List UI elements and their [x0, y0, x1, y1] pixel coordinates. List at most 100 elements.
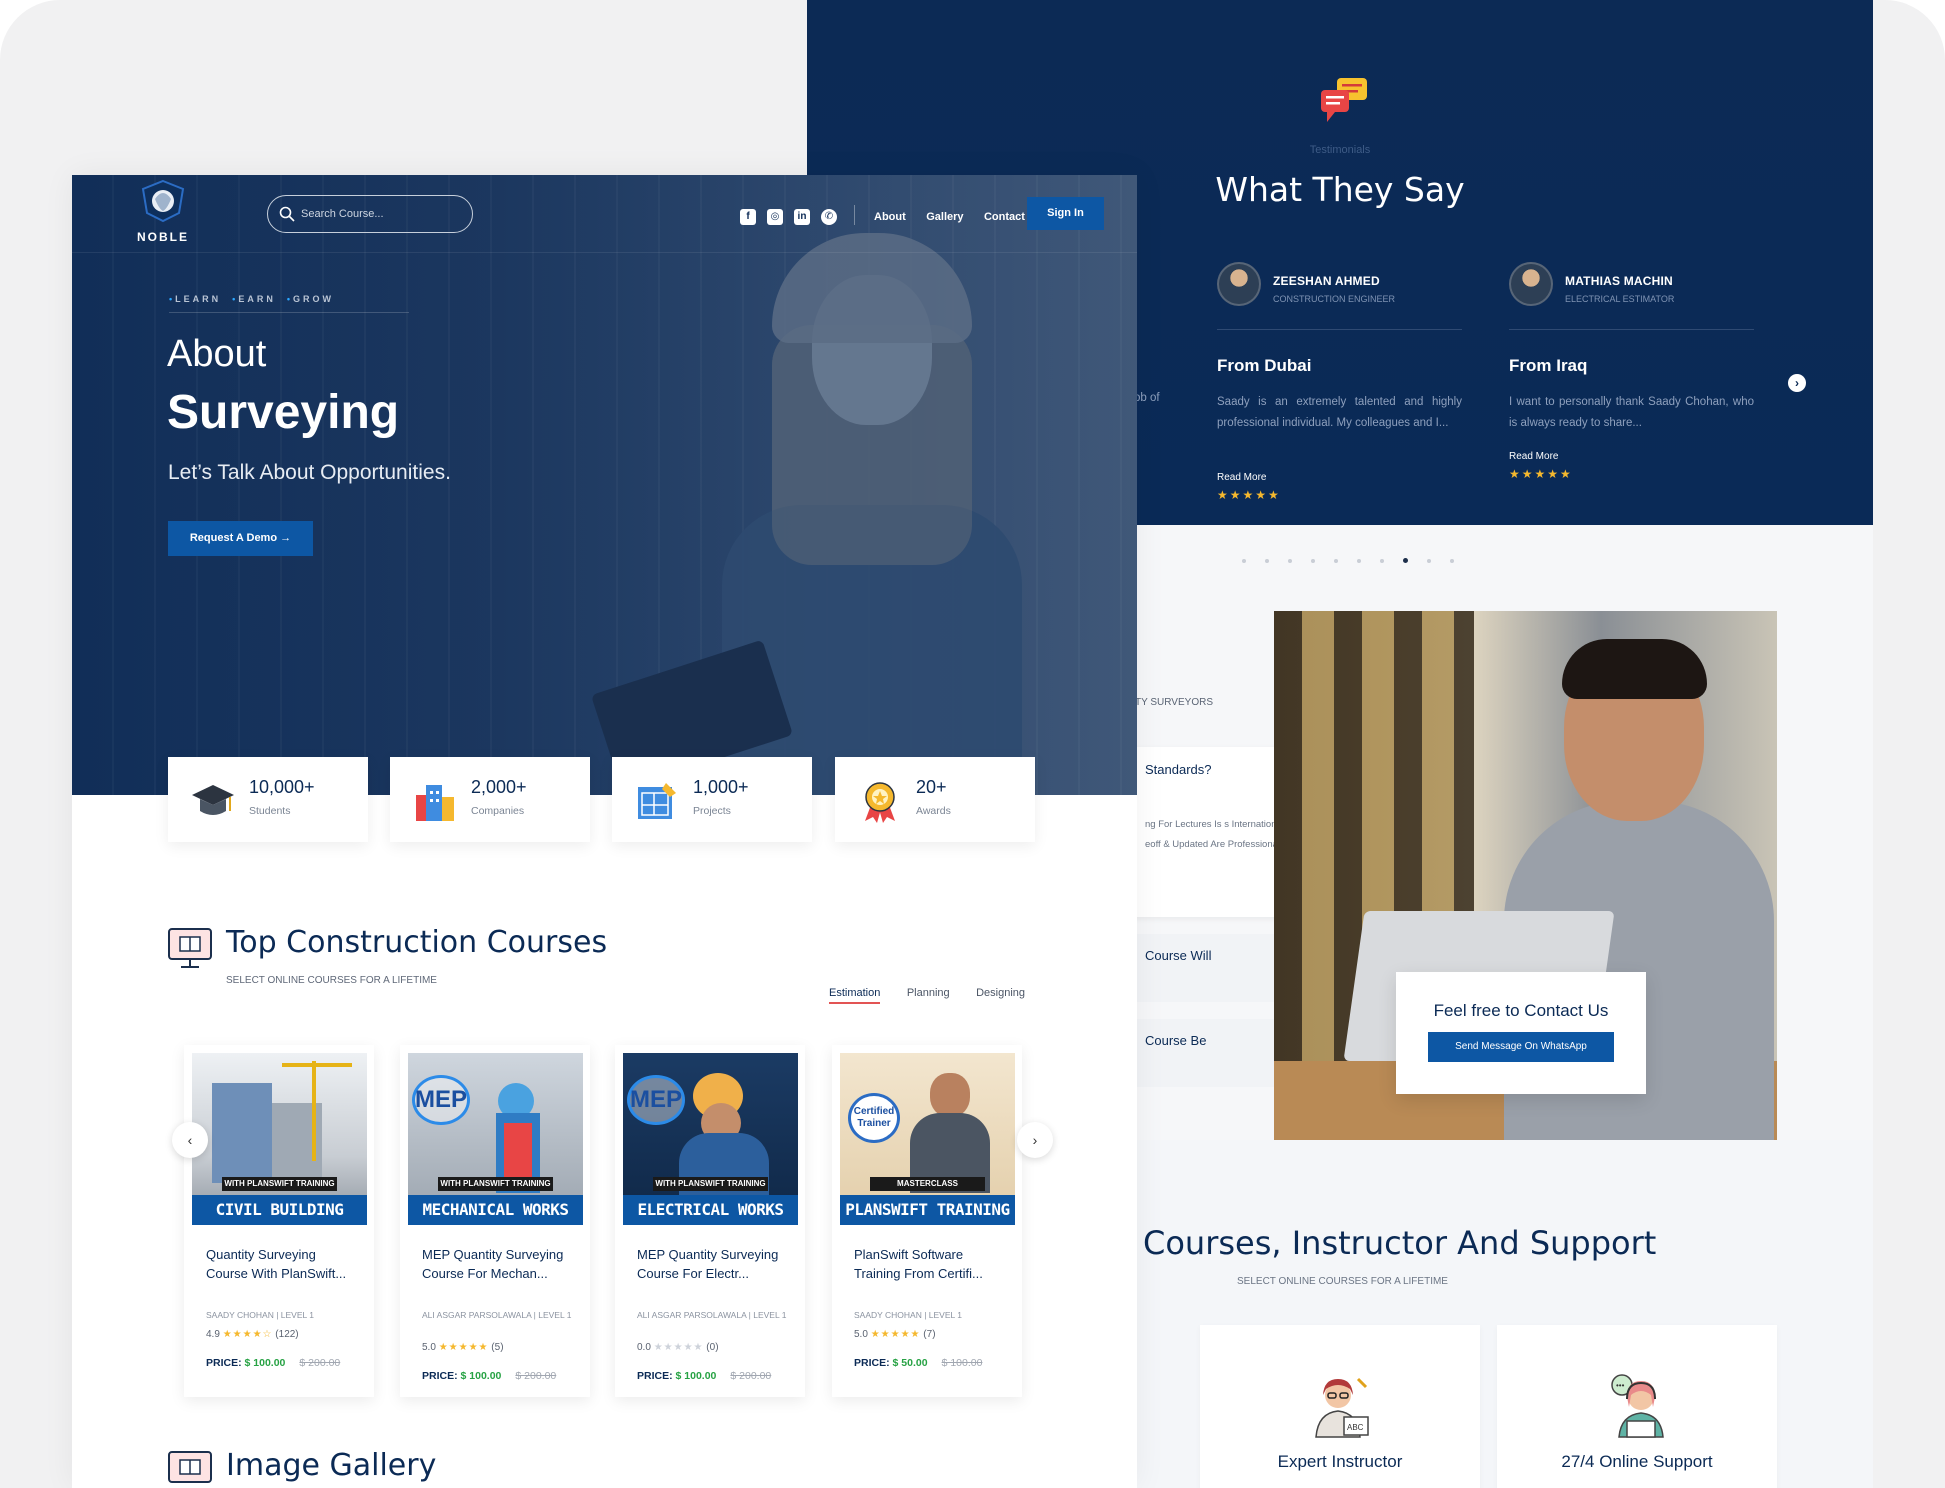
read-more-link[interactable]: Read More	[1509, 451, 1558, 462]
course-rating: 4.9 ★★★★☆ (122)	[206, 1329, 299, 1340]
stat-label: Projects	[693, 805, 731, 817]
carousel-dot-active[interactable]	[1403, 558, 1408, 563]
divider	[1509, 329, 1754, 330]
divider	[854, 205, 855, 225]
course-thumbnail: Certified Trainer MASTERCLASS PLANSWIFT T…	[840, 1053, 1015, 1225]
course-title[interactable]: MEP Quantity Surveying Course For Mechan…	[422, 1245, 572, 1283]
top-nav: NOBLE f ◎ in ✆ About Gallery Contact Sign I…	[72, 175, 1137, 253]
monitor-gallery-icon	[168, 1451, 212, 1483]
buildings-icon	[416, 785, 454, 821]
logo[interactable]: NOBLE	[132, 179, 194, 244]
instagram-icon[interactable]: ◎	[767, 209, 783, 225]
testimonial-partial-text: ob of	[1134, 392, 1160, 404]
course-rating: 0.0 ★★★★★ (0)	[637, 1342, 719, 1353]
carousel-dot[interactable]	[1427, 559, 1431, 563]
stat-card: 10,000+ Students	[168, 757, 368, 842]
stat-value: 20+	[916, 777, 947, 797]
carousel-dot[interactable]	[1265, 559, 1269, 563]
hero-section: NOBLE f ◎ in ✆ About Gallery Contact Sign I…	[72, 175, 1137, 795]
carousel-dot[interactable]	[1334, 559, 1338, 563]
course-price: PRICE: $ 50.00 $ 100.00	[854, 1357, 983, 1369]
divider	[1217, 329, 1462, 330]
testimonial-name: ZEESHAN AHMED	[1273, 274, 1380, 288]
support-card-online: ••• 27/4 Online Support	[1497, 1325, 1777, 1488]
chat-bubbles-icon	[1321, 78, 1367, 122]
facebook-icon[interactable]: f	[740, 209, 756, 225]
testimonial-name: MATHIAS MACHIN	[1565, 274, 1673, 288]
nav-link-gallery[interactable]: Gallery	[926, 211, 963, 223]
course-card[interactable]: Certified Trainer MASTERCLASS PLANSWIFT T…	[832, 1045, 1022, 1397]
course-card[interactable]: MEP WITH PLANSWIFT TRAINING ELECTRICAL W…	[615, 1045, 805, 1397]
stat-label: Students	[249, 805, 291, 817]
search-input[interactable]	[301, 205, 461, 223]
stat-value: 1,000+	[693, 777, 749, 797]
carousel-next-button[interactable]: ›	[1017, 1122, 1053, 1158]
course-price: PRICE: $ 100.00 $ 200.00	[422, 1370, 557, 1382]
course-card[interactable]: WITH PLANSWIFT TRAINING CIVIL BUILDING W…	[184, 1045, 374, 1397]
linkedin-icon[interactable]: in	[794, 209, 810, 225]
tab-planning[interactable]: Planning	[907, 987, 950, 1002]
course-title[interactable]: PlanSwift Software Training From Certifi…	[854, 1245, 1004, 1283]
chevron-right-icon[interactable]: ›	[1788, 374, 1806, 392]
stat-label: Awards	[916, 805, 951, 817]
hero-kicker: About	[167, 333, 267, 375]
stat-card: 1,000+ Projects	[612, 757, 812, 842]
stat-card: 2,000+ Companies	[390, 757, 590, 842]
courses-heading: Top Construction Courses	[226, 925, 608, 960]
course-title[interactable]: Quantity Surveying Course With PlanSwift…	[206, 1245, 356, 1283]
sign-in-button[interactable]: Sign In	[1027, 197, 1104, 230]
avatar	[1509, 262, 1553, 306]
support-heading: Courses, Instructor And Support	[1143, 1224, 1657, 1262]
faq-question[interactable]: Course Be	[1145, 1033, 1206, 1048]
search-box[interactable]	[267, 195, 473, 233]
testimonial-text: Saady is an extremely talented and highl…	[1217, 396, 1462, 429]
faq-question[interactable]: Course Will	[1145, 948, 1211, 963]
carousel-dot[interactable]	[1450, 559, 1454, 563]
courses-subheading: SELECT ONLINE COURSES FOR A LIFETIME	[226, 975, 437, 986]
whatsapp-icon[interactable]: ✆	[821, 209, 837, 225]
course-thumbnail: WITH PLANSWIFT TRAINING CIVIL BUILDING W…	[192, 1053, 367, 1225]
course-thumbnail: MEP WITH PLANSWIFT TRAINING MECHANICAL W…	[408, 1053, 583, 1225]
read-more-link[interactable]: Read More	[1217, 472, 1266, 483]
support-card-label: Expert Instructor	[1277, 1452, 1403, 1471]
front-page-mockup: NOBLE f ◎ in ✆ About Gallery Contact Sign I…	[72, 175, 1137, 1488]
faq-label: TY SURVEYORS	[1135, 697, 1213, 708]
avatar	[1217, 262, 1261, 306]
stat-label: Companies	[471, 805, 525, 817]
social-links: f ◎ in ✆	[740, 206, 848, 225]
carousel-dots[interactable]	[1242, 550, 1473, 568]
course-author: ALI ASGAR PARSOLAWALA | LEVEL 1	[637, 1310, 787, 1320]
tab-designing[interactable]: Designing	[976, 987, 1025, 1002]
support-card-instructor: ABC Expert Instructor	[1200, 1325, 1480, 1488]
gallery-heading: Image Gallery	[226, 1448, 437, 1483]
nav-link-about[interactable]: About	[874, 211, 906, 223]
request-demo-button[interactable]: Request A Demo →	[168, 521, 313, 556]
course-card[interactable]: MEP WITH PLANSWIFT TRAINING MECHANICAL W…	[400, 1045, 590, 1397]
carousel-prev-button[interactable]: ‹	[172, 1122, 208, 1158]
carousel-dot[interactable]	[1380, 559, 1384, 563]
testimonial-origin: From Iraq	[1509, 356, 1588, 375]
nav-link-contact[interactable]: Contact	[984, 211, 1025, 223]
faq-question[interactable]: Standards?	[1145, 762, 1212, 777]
carousel-dot[interactable]	[1311, 559, 1315, 563]
course-rating: 5.0 ★★★★★ (5)	[422, 1342, 504, 1353]
course-price: PRICE: $ 100.00 $ 200.00	[206, 1357, 341, 1369]
hero-tagline: •LEARN •EARN •GROW	[169, 294, 335, 304]
carousel-dot[interactable]	[1288, 559, 1292, 563]
stat-value: 2,000+	[471, 777, 527, 797]
hero-subtitle: Let’s Talk About Opportunities.	[168, 461, 451, 484]
tab-estimation[interactable]: Estimation	[829, 987, 881, 1004]
search-icon	[279, 206, 295, 222]
carousel-dot[interactable]	[1357, 559, 1361, 563]
course-rating: 5.0 ★★★★★ (7)	[854, 1329, 936, 1340]
svg-text:•••: •••	[1616, 1381, 1625, 1390]
testimonial-text: I want to personally thank Saady Chohan,…	[1509, 396, 1754, 429]
course-title[interactable]: MEP Quantity Surveying Course For Electr…	[637, 1245, 787, 1283]
whatsapp-button[interactable]: Send Message On WhatsApp	[1428, 1032, 1614, 1062]
testimonials-kicker: Testimonials	[1309, 144, 1371, 156]
support-card-label: 27/4 Online Support	[1561, 1452, 1713, 1471]
stat-value: 10,000+	[249, 777, 315, 797]
carousel-dot[interactable]	[1242, 559, 1246, 563]
main-menu: About Gallery Contact	[874, 207, 1041, 225]
graduation-cap-icon	[192, 785, 234, 815]
